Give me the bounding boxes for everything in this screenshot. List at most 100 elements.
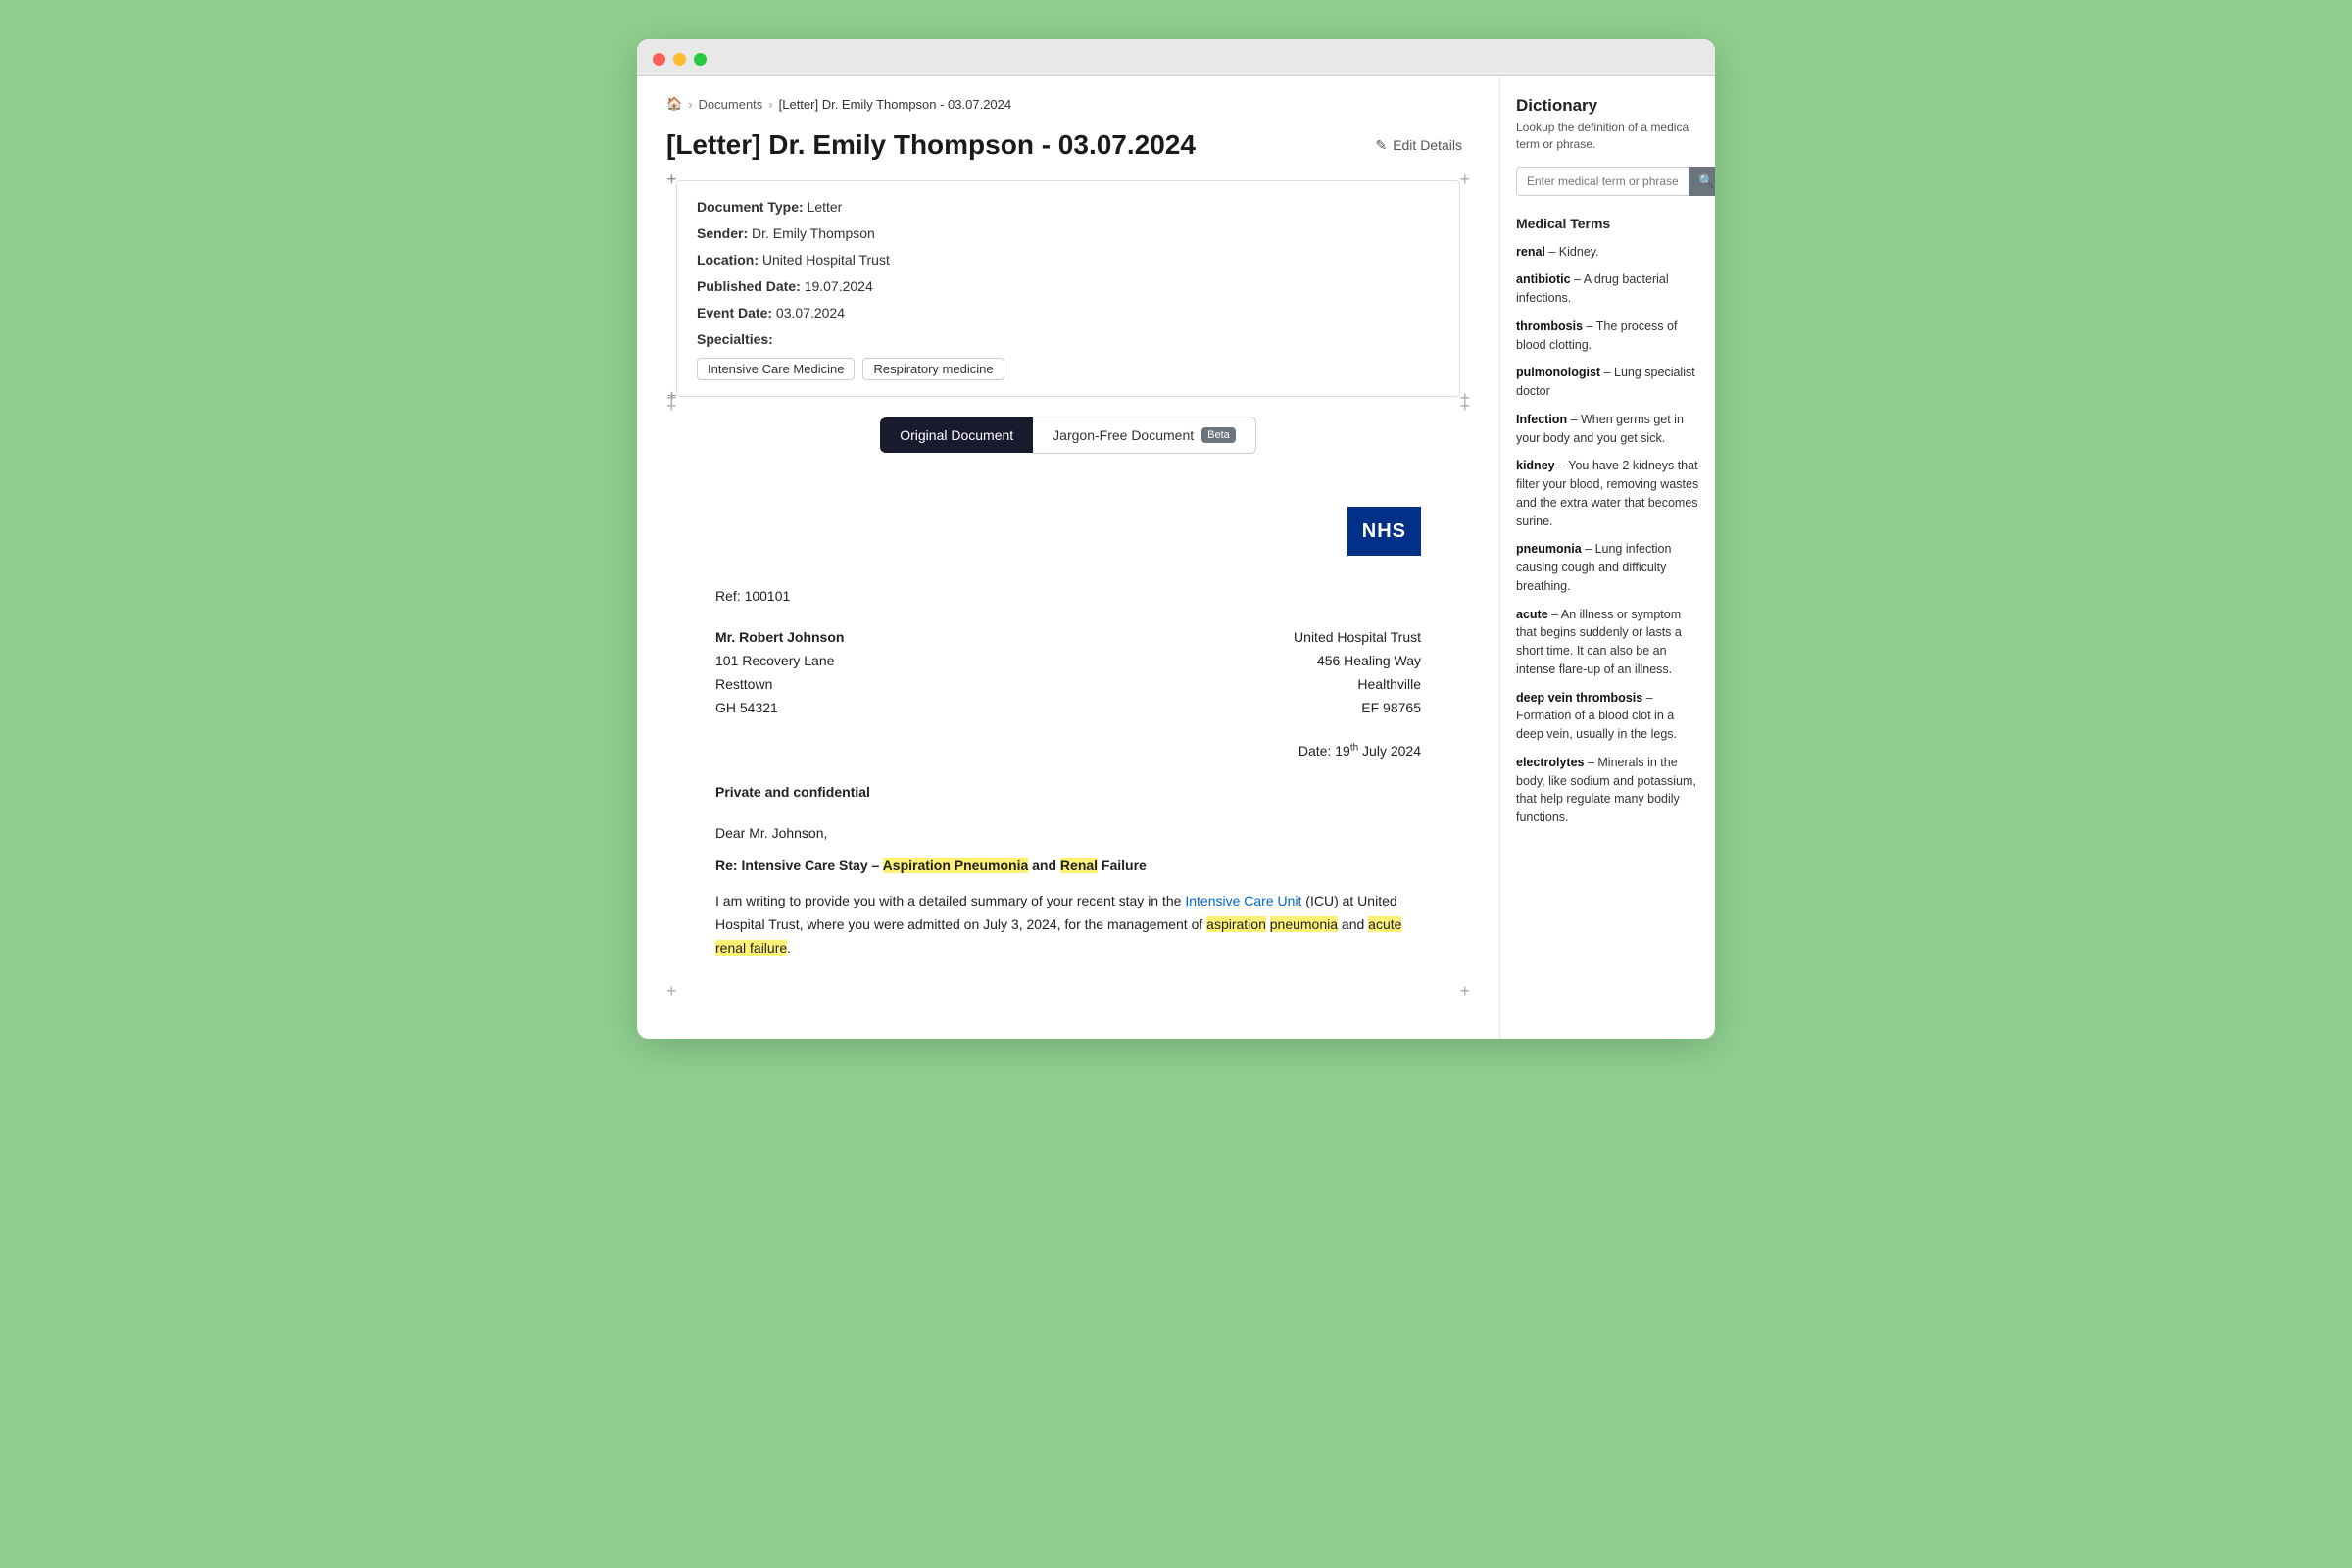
pub-date-value: 19.07.2024 — [805, 278, 873, 294]
hospital-addr-3: EF 98765 — [1361, 700, 1421, 715]
nhs-logo: NHS — [1348, 507, 1421, 556]
tab-original-document[interactable]: Original Document — [880, 417, 1033, 453]
term-dash: – — [1555, 459, 1569, 472]
tabs-wrapper: + + Original Document Jargon-Free Docume… — [676, 416, 1460, 990]
letter-ref: Ref: 100101 — [715, 585, 1421, 607]
beta-badge: Beta — [1201, 427, 1236, 443]
term-item: antibiotic – A drug bacterial infections… — [1516, 270, 1699, 308]
term-name: pulmonologist — [1516, 366, 1600, 379]
term-dash: – — [1548, 608, 1561, 621]
tab-corner-tl: + — [666, 397, 677, 415]
term-dash: – — [1582, 542, 1595, 556]
tab-jargon-free-document[interactable]: Jargon-Free Document Beta — [1033, 416, 1256, 454]
letter-body: I am writing to provide you with a detai… — [715, 890, 1421, 959]
term-definition: Kidney. — [1559, 245, 1599, 259]
term-item: Infection – When germs get in your body … — [1516, 411, 1699, 448]
term-name: renal — [1516, 245, 1545, 259]
tabs-area: Original Document Jargon-Free Document B… — [676, 416, 1460, 454]
sender-label: Sender: — [697, 225, 748, 241]
hospital-addr-1: 456 Healing Way — [1317, 653, 1421, 668]
term-name: antibiotic — [1516, 272, 1571, 286]
term-name: deep vein thrombosis — [1516, 691, 1642, 705]
term-definition: Formation of a blood clot in a deep vein… — [1516, 709, 1677, 741]
maximize-button[interactable] — [694, 53, 707, 66]
acute-highlight: acute — [1368, 916, 1401, 932]
hospital-address: United Hospital Trust 456 Healing Way He… — [1294, 626, 1421, 719]
breadcrumb: 🏠 › Documents › [Letter] Dr. Emily Thomp… — [666, 96, 1470, 112]
aspiration-highlight: aspiration — [1206, 916, 1266, 932]
letter-dear: Dear Mr. Johnson, — [715, 822, 1421, 844]
breadcrumb-current: [Letter] Dr. Emily Thompson - 03.07.2024 — [779, 97, 1012, 112]
metadata-sender: Sender: Dr. Emily Thompson — [697, 223, 1440, 244]
term-dash: – — [1571, 272, 1584, 286]
close-button[interactable] — [653, 53, 665, 66]
edit-icon: ✎ — [1375, 137, 1387, 154]
edit-details-label: Edit Details — [1393, 137, 1462, 153]
edit-details-button[interactable]: ✎ Edit Details — [1367, 133, 1470, 158]
metadata-document-type: Document Type: Letter — [697, 197, 1440, 218]
term-dash: – — [1600, 366, 1614, 379]
tab-corner-tr: + — [1459, 397, 1470, 415]
term-dash: – — [1584, 756, 1597, 769]
renal-failure-highlight-re: Renal — [1060, 858, 1098, 873]
event-date-label: Event Date: — [697, 305, 772, 320]
page-title: [Letter] Dr. Emily Thompson - 03.07.2024 — [666, 129, 1196, 161]
patient-addr-1: 101 Recovery Lane — [715, 653, 834, 668]
breadcrumb-documents[interactable]: Documents — [699, 97, 763, 112]
metadata-specialties: Specialties: — [697, 329, 1440, 350]
browser-content: 🏠 › Documents › [Letter] Dr. Emily Thomp… — [637, 76, 1715, 1039]
term-name: pneumonia — [1516, 542, 1582, 556]
term-name: acute — [1516, 608, 1548, 621]
specialty-tag-respiratory: Respiratory medicine — [862, 358, 1004, 380]
letter-re-line: Re: Intensive Care Stay – Aspiration Pne… — [715, 855, 1421, 876]
browser-window: 🏠 › Documents › [Letter] Dr. Emily Thomp… — [637, 39, 1715, 1039]
aspiration-pneumonia-highlight-re: Aspiration Pneumonia — [883, 858, 1029, 873]
hospital-name: United Hospital Trust — [1294, 629, 1421, 645]
dictionary-title: Dictionary — [1516, 96, 1699, 116]
event-date-value: 03.07.2024 — [776, 305, 845, 320]
letter-confidential: Private and confidential — [715, 781, 1421, 803]
term-name: thrombosis — [1516, 319, 1583, 333]
term-dash: – — [1545, 245, 1559, 259]
letter-date: Date: 19th July 2024 — [715, 740, 1421, 761]
medical-terms-title: Medical Terms — [1516, 216, 1699, 231]
terms-list: renal – Kidney. antibiotic – A drug bacte… — [1516, 243, 1699, 827]
term-item: deep vein thrombosis – Formation of a bl… — [1516, 689, 1699, 744]
hospital-addr-2: Healthville — [1357, 676, 1421, 692]
term-item: pneumonia – Lung infection causing cough… — [1516, 540, 1699, 595]
pneumonia-highlight: pneumonia — [1270, 916, 1338, 932]
location-label: Location: — [697, 252, 759, 268]
pub-date-label: Published Date: — [697, 278, 801, 294]
breadcrumb-separator: › — [688, 97, 692, 112]
home-icon[interactable]: 🏠 — [666, 96, 682, 112]
page-header: [Letter] Dr. Emily Thompson - 03.07.2024… — [666, 129, 1470, 161]
term-dash: – — [1642, 691, 1652, 705]
breadcrumb-separator-2: › — [768, 97, 772, 112]
corner-plus-tr: + — [1459, 171, 1470, 188]
letter-document: NHS Ref: 100101 Mr. Robert Johnson 101 R… — [676, 477, 1460, 990]
search-row: 🔍 — [1516, 167, 1699, 196]
letter-header: NHS — [715, 507, 1421, 556]
doc-type-value: Letter — [808, 199, 843, 215]
term-dash: – — [1583, 319, 1596, 333]
metadata-location: Location: United Hospital Trust — [697, 250, 1440, 270]
patient-address: Mr. Robert Johnson 101 Recovery Lane Res… — [715, 626, 844, 719]
search-button[interactable]: 🔍 — [1689, 167, 1715, 196]
location-value: United Hospital Trust — [762, 252, 890, 268]
specialties-tags: Intensive Care Medicine Respiratory medi… — [697, 358, 1440, 380]
metadata-box: Document Type: Letter Sender: Dr. Emily … — [676, 180, 1460, 397]
dictionary-subtitle: Lookup the definition of a medical term … — [1516, 120, 1699, 153]
term-item: acute – An illness or symptom that begin… — [1516, 606, 1699, 679]
icu-link[interactable]: Intensive Care Unit — [1185, 893, 1301, 908]
minimize-button[interactable] — [673, 53, 686, 66]
patient-addr-3: GH 54321 — [715, 700, 778, 715]
metadata-wrapper: + + Document Type: Letter Sender: Dr. Em… — [676, 180, 1460, 397]
sidebar: Dictionary Lookup the definition of a me… — [1499, 76, 1715, 1039]
term-name: kidney — [1516, 459, 1555, 472]
browser-chrome — [637, 39, 1715, 76]
search-input[interactable] — [1516, 167, 1689, 196]
letter-addresses: Mr. Robert Johnson 101 Recovery Lane Res… — [715, 626, 1421, 719]
specialties-label: Specialties: — [697, 331, 773, 347]
sender-value: Dr. Emily Thompson — [752, 225, 875, 241]
main-area: 🏠 › Documents › [Letter] Dr. Emily Thomp… — [637, 76, 1499, 1039]
